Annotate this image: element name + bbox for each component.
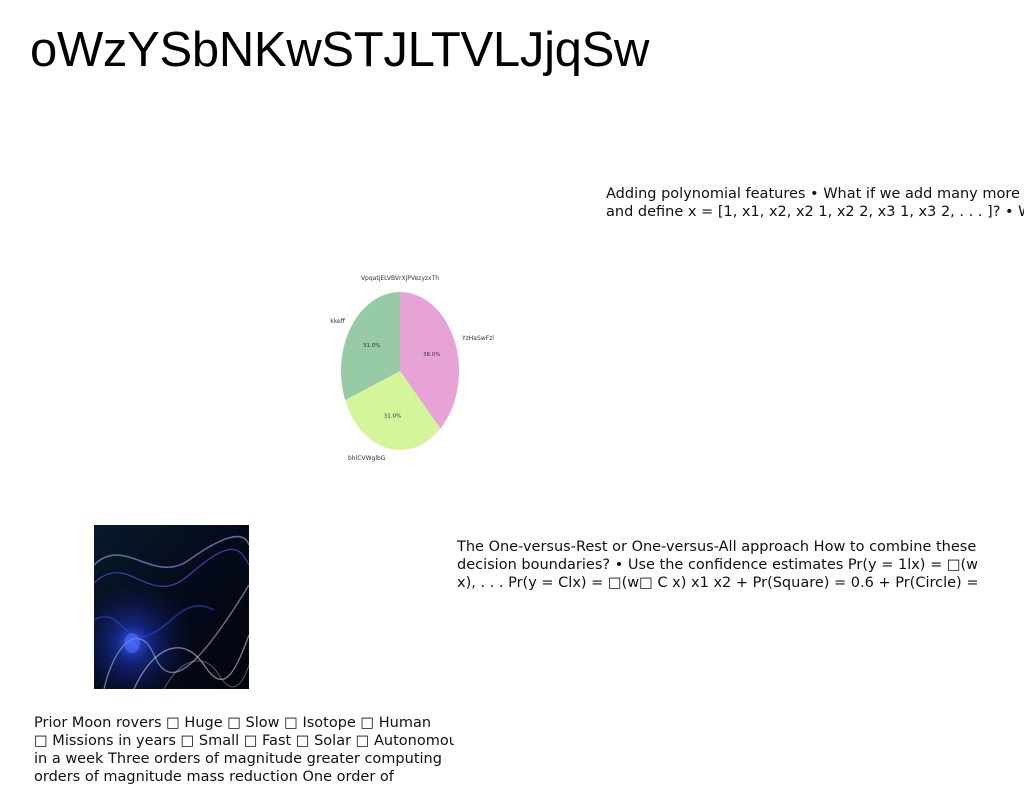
- pie-slice-label: YzHaSwFzl: [461, 335, 494, 342]
- abstract-wave-graphic: [94, 525, 249, 689]
- page-title: oWzYSbNKwSTJLTVLJjqSw: [30, 23, 650, 77]
- one-vs-rest-text: The One-versus-Rest or One-versus-All ap…: [457, 539, 977, 591]
- pie-slices: [341, 292, 459, 450]
- pie-slice-label: kkeff: [330, 318, 345, 325]
- pie-chart: VpqatjELVBVrXjPVezyzxTh 38.0% YzHaSwFzl 31…: [320, 266, 500, 466]
- chart-title: VpqatjELVBVrXjPVezyzxTh: [361, 275, 439, 282]
- abstract-image: [94, 525, 249, 689]
- pie-slice-percent-label: 38.0%: [423, 352, 440, 358]
- pie-slice-percent-label: 31.0%: [363, 343, 380, 349]
- polynomial-features-text: Adding polynomial features • What if we …: [606, 186, 1024, 220]
- pie-slice-percent-label: 31.0%: [384, 414, 401, 420]
- pie-chart-svg: VpqatjELVBVrXjPVezyzxTh 38.0% YzHaSwFzl 31…: [330, 275, 494, 462]
- pie-slice-label: bhlCVWglbG: [348, 455, 386, 462]
- moon-rovers-text: Prior Moon rovers □ Huge □ Slow □ Isotop…: [34, 715, 454, 785]
